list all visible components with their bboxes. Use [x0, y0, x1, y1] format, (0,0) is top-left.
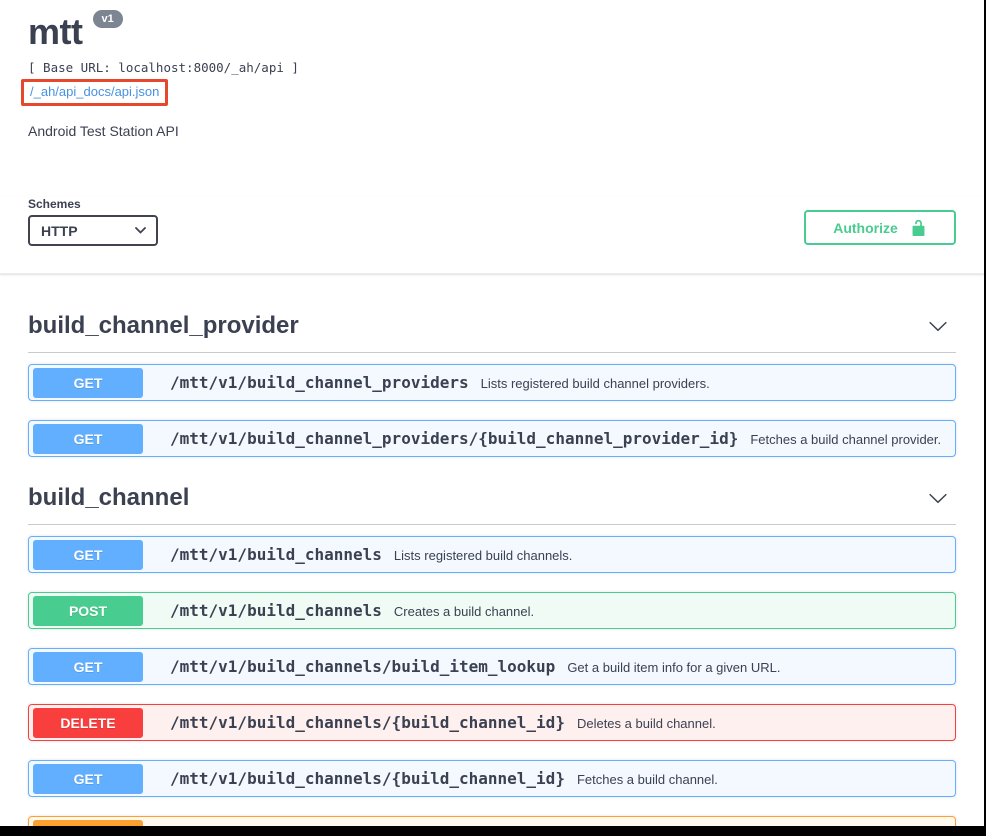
endpoint-row[interactable]: GET /mtt/v1/build_channels/build_item_lo…: [28, 648, 956, 685]
http-method-badge: GET: [33, 540, 143, 570]
chevron-down-icon: [135, 227, 146, 234]
unlock-icon: [910, 219, 927, 236]
endpoint-row[interactable]: GET /mtt/v1/build_channel_providers/{bui…: [28, 420, 956, 457]
endpoint-summary: Lists registered build channel providers…: [481, 376, 710, 391]
version-badge: v1: [93, 10, 123, 28]
http-method-badge: DELETE: [33, 708, 143, 738]
schemes-group: Schemes HTTP: [28, 197, 158, 246]
api-title-row: mtt v1: [28, 14, 956, 50]
endpoint-row[interactable]: GET /mtt/v1/build_channel_providers List…: [28, 364, 956, 401]
annotation-highlight-box: /_ah/api_docs/api.json: [21, 79, 168, 106]
endpoint-path: /mtt/v1/build_channels/build_item_lookup: [170, 657, 555, 676]
endpoint-summary: Lists registered build channels.: [394, 548, 573, 563]
endpoint-path: /mtt/v1/build_channels/{build_channel_id…: [170, 713, 565, 732]
section-title: build_channel: [28, 484, 189, 512]
base-url: [ Base URL: localhost:8000/_ah/api ]: [28, 60, 956, 75]
endpoint-row[interactable]: GET /mtt/v1/build_channels Lists registe…: [28, 536, 956, 573]
endpoint-row[interactable]: DELETE /mtt/v1/build_channels/{build_cha…: [28, 704, 956, 741]
endpoint-summary: Fetches a build channel.: [577, 772, 718, 787]
endpoint-path: /mtt/v1/build_channels: [170, 601, 382, 620]
authorize-button[interactable]: Authorize: [804, 210, 956, 245]
endpoint-row[interactable]: GET /mtt/v1/build_channels/{build_channe…: [28, 760, 956, 797]
scheme-selected-value: HTTP: [41, 223, 78, 239]
endpoint-path: /mtt/v1/build_channel_providers: [170, 373, 469, 392]
http-method-badge: GET: [33, 368, 143, 398]
endpoint-row[interactable]: PUT /mtt/v1/build_channels/{build_channe…: [28, 816, 956, 836]
spec-json-link[interactable]: /_ah/api_docs/api.json: [30, 84, 159, 99]
endpoint-row[interactable]: POST /mtt/v1/build_channels Creates a bu…: [28, 592, 956, 629]
chevron-down-icon[interactable]: [928, 316, 956, 336]
api-section: build_channel_provider GET /mtt/v1/build…: [28, 304, 956, 457]
http-method-badge: PUT: [33, 820, 143, 836]
endpoint-path: /mtt/v1/build_channels: [170, 545, 382, 564]
http-method-badge: POST: [33, 596, 143, 626]
http-method-badge: GET: [33, 652, 143, 682]
endpoint-path: /mtt/v1/build_channels/{build_channel_id…: [170, 769, 565, 788]
endpoint-rows: GET /mtt/v1/build_channel_providers List…: [28, 364, 956, 457]
api-info-block: mtt v1 [ Base URL: localhost:8000/_ah/ap…: [0, 0, 984, 139]
http-method-badge: GET: [33, 764, 143, 794]
endpoint-summary: Updates an existing build channel.: [577, 828, 775, 836]
section-title: build_channel_provider: [28, 312, 299, 340]
schemes-label: Schemes: [28, 197, 158, 211]
section-toggle-build_channel[interactable]: build_channel: [28, 476, 956, 525]
swagger-ui-page: mtt v1 [ Base URL: localhost:8000/_ah/ap…: [0, 0, 986, 836]
api-description: Android Test Station API: [28, 123, 956, 139]
chevron-down-icon[interactable]: [928, 488, 956, 508]
endpoint-path: /mtt/v1/build_channel_providers/{build_c…: [170, 429, 738, 448]
endpoint-path: /mtt/v1/build_channels/{build_channel_id…: [170, 825, 565, 836]
scheme-container: Schemes HTTP Authorize: [0, 197, 984, 274]
endpoint-summary: Creates a build channel.: [394, 604, 534, 619]
section-toggle-build_channel_provider[interactable]: build_channel_provider: [28, 304, 956, 353]
api-section: build_channel GET /mtt/v1/build_channels…: [28, 476, 956, 836]
endpoint-rows: GET /mtt/v1/build_channels Lists registe…: [28, 536, 956, 836]
operations-container: build_channel_provider GET /mtt/v1/build…: [0, 274, 984, 836]
scheme-select[interactable]: HTTP: [28, 215, 158, 246]
api-title: mtt: [28, 14, 83, 50]
endpoint-summary: Get a build item info for a given URL.: [567, 660, 780, 675]
http-method-badge: GET: [33, 424, 143, 454]
endpoint-summary: Fetches a build channel provider.: [750, 432, 941, 447]
authorize-label: Authorize: [833, 220, 898, 236]
endpoint-summary: Deletes a build channel.: [577, 716, 716, 731]
